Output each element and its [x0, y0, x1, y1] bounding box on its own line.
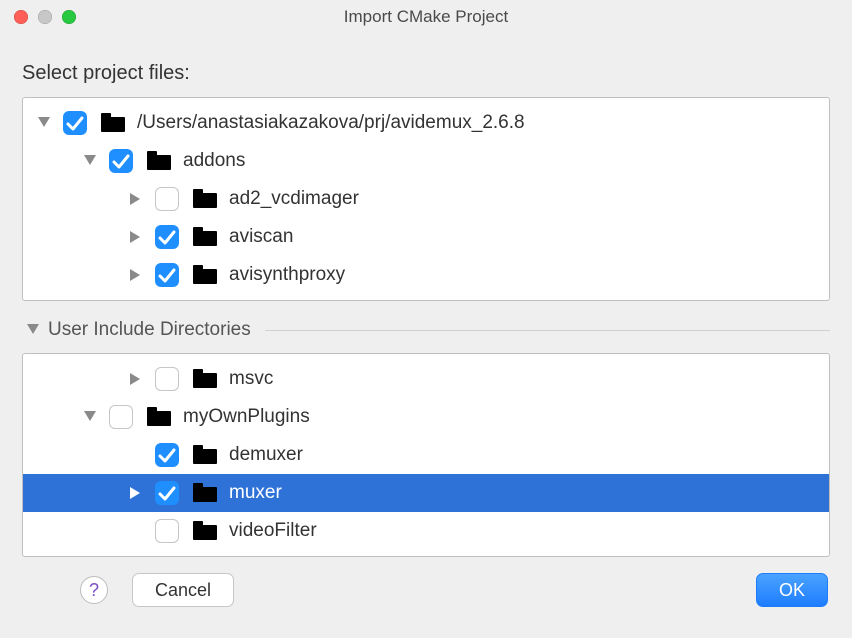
folder-icon — [193, 521, 219, 541]
disclosure-triangle-icon[interactable] — [125, 231, 147, 243]
checkbox[interactable] — [155, 367, 179, 391]
tree-row-ad2[interactable]: ad2_vcdimager — [23, 180, 829, 218]
checkbox[interactable] — [109, 149, 133, 173]
folder-icon — [193, 189, 219, 209]
checkbox[interactable] — [109, 405, 133, 429]
disclosure-triangle-icon[interactable] — [22, 324, 44, 336]
tree-row-myown[interactable]: myOwnPlugins — [23, 398, 829, 436]
folder-icon — [193, 369, 219, 389]
tree-row-muxer[interactable]: muxer — [23, 474, 829, 512]
disclosure-triangle-icon[interactable] — [125, 373, 147, 385]
tree-row-demuxer[interactable]: demuxer — [23, 436, 829, 474]
disclosure-triangle-icon[interactable] — [79, 155, 101, 167]
disclosure-triangle-icon[interactable] — [79, 411, 101, 423]
checkbox[interactable] — [155, 481, 179, 505]
tree-label: avisynthproxy — [229, 264, 345, 286]
folder-icon — [193, 265, 219, 285]
titlebar: Import CMake Project — [0, 0, 852, 34]
tree-label: aviscan — [229, 226, 293, 248]
tree-label: msvc — [229, 368, 273, 390]
disclosure-triangle-icon[interactable] — [33, 117, 55, 129]
tree-row-root[interactable]: /Users/anastasiakazakova/prj/avidemux_2.… — [23, 104, 829, 142]
section-title: User Include Directories — [48, 319, 251, 341]
maximize-window-button[interactable] — [62, 10, 76, 24]
folder-icon — [101, 113, 127, 133]
separator — [265, 330, 830, 331]
tree-label: addons — [183, 150, 245, 172]
tree-row-addons[interactable]: addons — [23, 142, 829, 180]
tree-label: demuxer — [229, 444, 303, 466]
checkbox[interactable] — [155, 443, 179, 467]
tree-label: muxer — [229, 482, 282, 504]
tree-label: /Users/anastasiakazakova/prj/avidemux_2.… — [137, 112, 525, 134]
folder-icon — [193, 483, 219, 503]
tree-row-msvc[interactable]: msvc — [23, 360, 829, 398]
tree-row-aviscan[interactable]: aviscan — [23, 218, 829, 256]
folder-icon — [147, 151, 173, 171]
checkbox[interactable] — [63, 111, 87, 135]
tree-label: ad2_vcdimager — [229, 188, 359, 210]
dialog-footer: ? Cancel OK — [0, 557, 852, 627]
checkbox[interactable] — [155, 263, 179, 287]
tree-row-avisynth[interactable]: avisynthproxy — [23, 256, 829, 294]
disclosure-triangle-icon[interactable] — [125, 193, 147, 205]
select-project-files-label: Select project files: — [22, 62, 830, 85]
checkbox[interactable] — [155, 519, 179, 543]
tree-label: myOwnPlugins — [183, 406, 310, 428]
folder-icon — [147, 407, 173, 427]
tree-label: videoFilter — [229, 520, 317, 542]
folder-icon — [193, 445, 219, 465]
cancel-button[interactable]: Cancel — [132, 573, 234, 607]
minimize-window-button[interactable] — [38, 10, 52, 24]
tree-row-videofilter[interactable]: videoFilter — [23, 512, 829, 550]
checkbox[interactable] — [155, 225, 179, 249]
window-title: Import CMake Project — [0, 7, 852, 27]
window-controls — [14, 10, 76, 24]
user-include-section-header[interactable]: User Include Directories — [22, 319, 830, 341]
disclosure-triangle-icon[interactable] — [125, 487, 147, 499]
ok-button[interactable]: OK — [756, 573, 828, 607]
close-window-button[interactable] — [14, 10, 28, 24]
include-directories-tree: msvc myOwnPlugins demuxer — [22, 353, 830, 557]
disclosure-triangle-icon[interactable] — [125, 269, 147, 281]
help-button[interactable]: ? — [80, 576, 108, 604]
checkbox[interactable] — [155, 187, 179, 211]
folder-icon — [193, 227, 219, 247]
project-files-tree: /Users/anastasiakazakova/prj/avidemux_2.… — [22, 97, 830, 301]
